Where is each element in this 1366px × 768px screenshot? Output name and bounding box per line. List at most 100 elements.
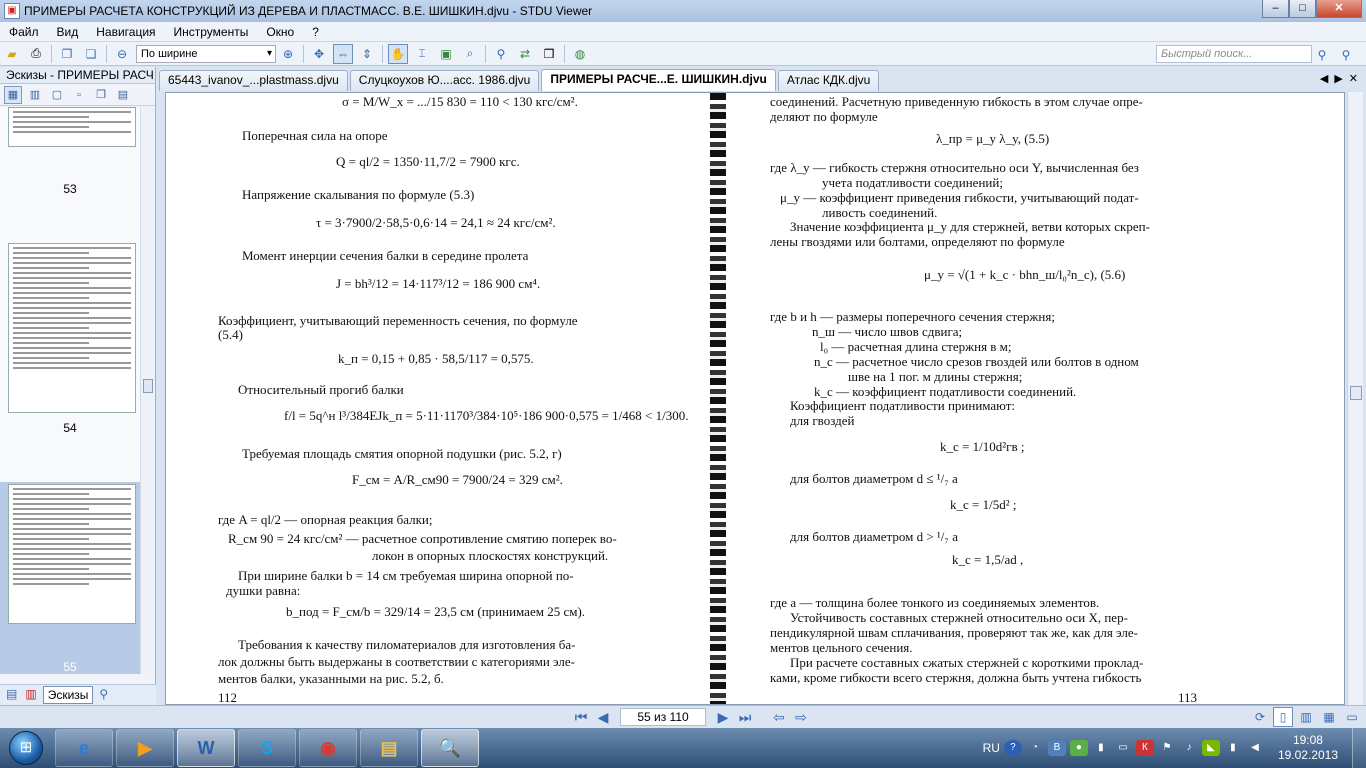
tab-doc-3[interactable]: ПРИМЕРЫ РАСЧЕ...Е. ШИШКИН.djvu (541, 69, 776, 91)
thumbnail-number: 55 (63, 660, 77, 674)
help-icon[interactable]: ? (1003, 740, 1022, 756)
taskbar-explorer[interactable]: ▤ (360, 729, 418, 767)
menu-file[interactable]: Файл (0, 25, 48, 39)
battery-icon[interactable]: ▮ (1224, 740, 1242, 756)
fit-width-icon[interactable]: ⇔ (333, 43, 353, 64)
signal-icon[interactable]: ▮ (1092, 740, 1110, 756)
copy-icon[interactable]: ❐ (57, 44, 77, 64)
tab-prev-icon[interactable]: ◀ (1320, 72, 1328, 85)
open-folder-icon[interactable]: ▰ (2, 44, 22, 64)
network-icon[interactable]: ◔ (1026, 740, 1044, 756)
antivirus-icon[interactable]: К (1135, 740, 1154, 756)
prev-page-icon[interactable]: ◀ (594, 708, 612, 726)
next-page-icon[interactable]: ▶ (714, 708, 732, 726)
monitor-icon[interactable]: ▭ (1114, 740, 1132, 756)
clock-time: 19:08 (1292, 733, 1323, 747)
right-page-line: лены гвоздями или болтами, определяют по… (770, 234, 1065, 249)
bookmarks-tab-icon[interactable]: ▤ (4, 686, 19, 704)
image-select-icon[interactable]: ▣ (436, 44, 456, 64)
zoom-tool-icon[interactable]: ⌕ (460, 44, 480, 64)
right-page: соединений. Расчетную приведенную гибкос… (728, 93, 1344, 704)
thumbnail-list[interactable]: 53 54 55 (0, 107, 140, 674)
fullscreen-icon[interactable]: ▭ (1342, 707, 1362, 727)
find-icon[interactable]: ⚲ (491, 44, 511, 64)
hand-tool-icon[interactable]: ✋ (388, 43, 408, 64)
flag-icon[interactable]: ⚑ (1158, 740, 1176, 756)
start-button[interactable]: ⊞ (0, 728, 52, 768)
tab-thumbnails[interactable]: Эскизы (42, 686, 94, 704)
zoom-in-icon[interactable]: ⊕ (278, 44, 298, 64)
minimize-button[interactable]: – (1262, 0, 1289, 18)
page-number-input[interactable]: 55 из 110 (620, 708, 706, 726)
search-next-icon[interactable]: ⚲ (1336, 45, 1356, 65)
tab-doc-4[interactable]: Атлас КДК.djvu (777, 70, 880, 91)
nvidia-icon[interactable]: ◣ (1201, 740, 1220, 756)
forward-icon[interactable]: ⇨ (792, 708, 810, 726)
speaker-icon[interactable]: ◀ (1246, 740, 1264, 756)
tab-doc-2[interactable]: Слуцкоухов Ю....асс. 1986.djvu (349, 70, 540, 91)
maximize-button[interactable]: □ (1289, 0, 1316, 18)
taskbar-word[interactable]: W (177, 729, 235, 767)
left-page-line: Напряжение скалывания по формуле (5.3) (242, 187, 475, 202)
back-icon[interactable]: ⇦ (770, 708, 788, 726)
export-thumb-icon[interactable]: ▤ (114, 86, 132, 104)
sync-icon[interactable]: ⇄ (515, 44, 535, 64)
copy-thumb-icon[interactable]: ❐ (92, 86, 110, 104)
taskbar-chrome[interactable]: ◉ (299, 729, 357, 767)
single-page-view-icon[interactable]: ▯ (1273, 707, 1293, 727)
document-view[interactable]: σ = M/W_x = .../15 830 = 110 < 130 кгс/с… (165, 92, 1345, 705)
fit-height-icon[interactable]: ⇕ (357, 44, 377, 64)
menu-window[interactable]: Окно (257, 25, 303, 39)
two-col-icon[interactable]: ▥ (26, 86, 44, 104)
menu-tools[interactable]: Инструменты (165, 25, 258, 39)
single-page-icon[interactable]: ▢ (48, 86, 66, 104)
continuous-view-icon[interactable]: ▦ (1319, 707, 1339, 727)
text-select-icon[interactable]: ⌶ (412, 44, 432, 64)
pages-icon[interactable]: ❏ (81, 44, 101, 64)
small-thumb-icon[interactable]: ▫ (70, 86, 88, 104)
close-button[interactable]: ✕ (1316, 0, 1362, 18)
print-icon[interactable]: ⎙ (26, 44, 46, 64)
clipboard-icon[interactable]: ❒ (539, 44, 559, 64)
globe-icon[interactable]: ◍ (570, 44, 590, 64)
zoom-select[interactable]: По ширине (136, 44, 276, 63)
taskbar-ie[interactable]: e (55, 729, 113, 767)
left-page-line: (5.4) (218, 327, 243, 342)
menu-help[interactable]: ? (303, 25, 328, 39)
grid-view-icon[interactable]: ▦ (4, 85, 22, 104)
annotations-tab-icon[interactable]: ▥ (23, 686, 38, 704)
tray-app-icon[interactable]: ● (1069, 740, 1088, 756)
last-page-icon[interactable]: ⏭ (736, 708, 754, 726)
search-prev-icon[interactable]: ⚲ (1312, 45, 1332, 65)
zoom-out-icon[interactable]: ⊖ (112, 44, 132, 64)
taskbar-skype[interactable]: S (238, 729, 296, 767)
rotate-icon[interactable]: ⟳ (1250, 707, 1270, 727)
menu-view[interactable]: Вид (48, 25, 88, 39)
taskbar-stdu-viewer[interactable]: 🔍 (421, 729, 479, 767)
tab-doc-1[interactable]: 65443_ivanov_...plastmass.djvu (159, 70, 348, 91)
tab-close-icon[interactable]: ✕ (1349, 72, 1358, 85)
toolbar: ▰ ⎙ ❐ ❏ ⊖ По ширине ⊕ ✥ ⇔ ⇕ ✋ ⌶ ▣ ⌕ ⚲ ⇄ … (0, 42, 1366, 66)
search-tab-icon[interactable]: ⚲ (97, 686, 110, 704)
thumbnail-scrollbar[interactable] (140, 107, 154, 674)
thumbnail-page-52[interactable] (8, 107, 136, 147)
clock[interactable]: 19:08 19.02.2013 (1278, 733, 1338, 763)
tab-next-icon[interactable]: ▶ (1334, 72, 1342, 85)
menu-navigation[interactable]: Навигация (87, 25, 164, 39)
first-page-icon[interactable]: ⏮ (572, 708, 590, 726)
thumbnail-page-55[interactable] (8, 484, 136, 624)
vk-icon[interactable]: В (1047, 740, 1066, 756)
two-page-view-icon[interactable]: ▥ (1296, 707, 1316, 727)
taskbar-media-player[interactable]: ▶ (116, 729, 174, 767)
show-desktop-button[interactable] (1352, 728, 1366, 768)
scroll-thumb[interactable] (143, 379, 153, 393)
document-scrollbar[interactable] (1347, 92, 1363, 705)
scroll-thumb[interactable] (1350, 386, 1362, 400)
volume-icon[interactable]: ♪ (1180, 740, 1198, 756)
fit-page-icon[interactable]: ✥ (309, 44, 329, 64)
right-page-line: для болтов диаметром d ≤ ¹/₇ a (790, 471, 958, 486)
thumbnail-page-54[interactable] (8, 243, 136, 413)
language-indicator[interactable]: RU (983, 741, 1000, 755)
tab-navigation: ◀ ▶ ✕ (1314, 72, 1358, 85)
quick-search-input[interactable]: Быстрый поиск... (1156, 45, 1312, 63)
